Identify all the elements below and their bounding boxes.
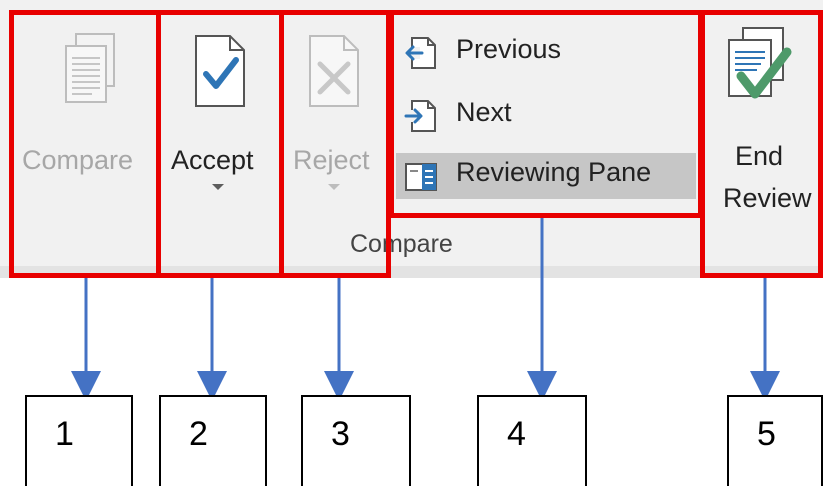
callout-box-3: 3	[301, 395, 411, 486]
callout-box-4: 4	[477, 395, 587, 486]
callout-number-5: 5	[757, 415, 776, 453]
callout-box-5: 5	[727, 395, 823, 486]
callout-number-2: 2	[189, 415, 208, 453]
callout-number-1: 1	[55, 415, 74, 453]
callout-box-1: 1	[25, 395, 133, 486]
callout-number-3: 3	[331, 415, 350, 453]
callout-box-2: 2	[159, 395, 267, 486]
callout-number-4: 4	[507, 415, 526, 453]
